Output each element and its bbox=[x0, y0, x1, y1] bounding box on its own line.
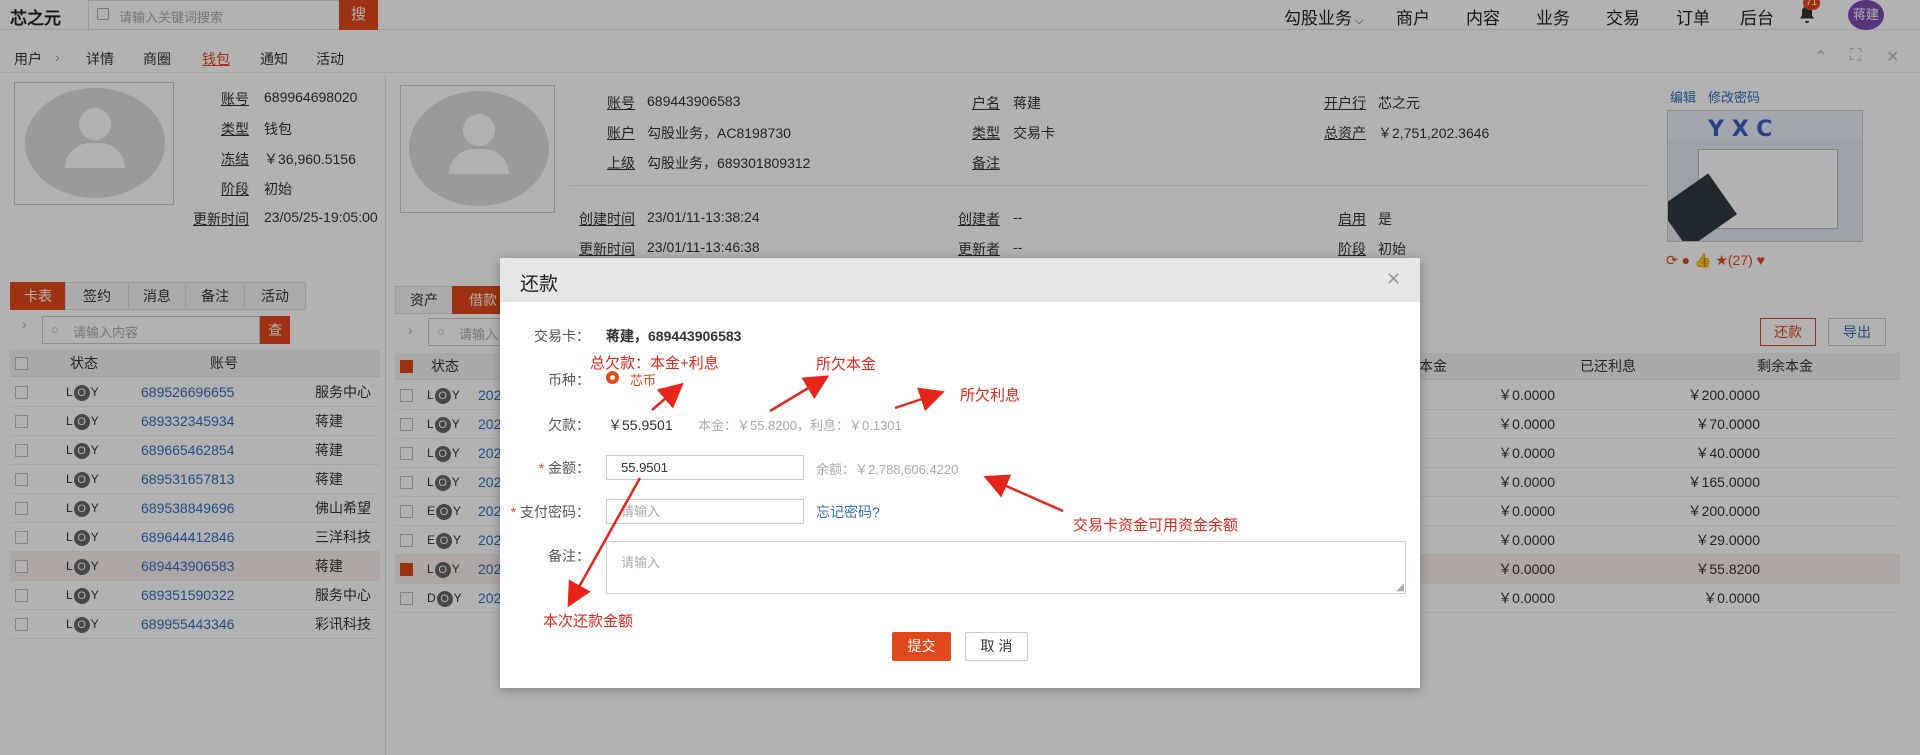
arrow bbox=[894, 387, 945, 412]
annotation-arrows bbox=[567, 375, 1064, 608]
arrow bbox=[769, 375, 830, 413]
repay-dialog: 还款 ✕ 交易卡： 蒋建，689443906583 币种： 芯币 欠款： ￥55… bbox=[500, 258, 1420, 688]
arrow bbox=[567, 477, 642, 608]
arrow bbox=[651, 382, 684, 411]
arrow bbox=[983, 474, 1064, 513]
